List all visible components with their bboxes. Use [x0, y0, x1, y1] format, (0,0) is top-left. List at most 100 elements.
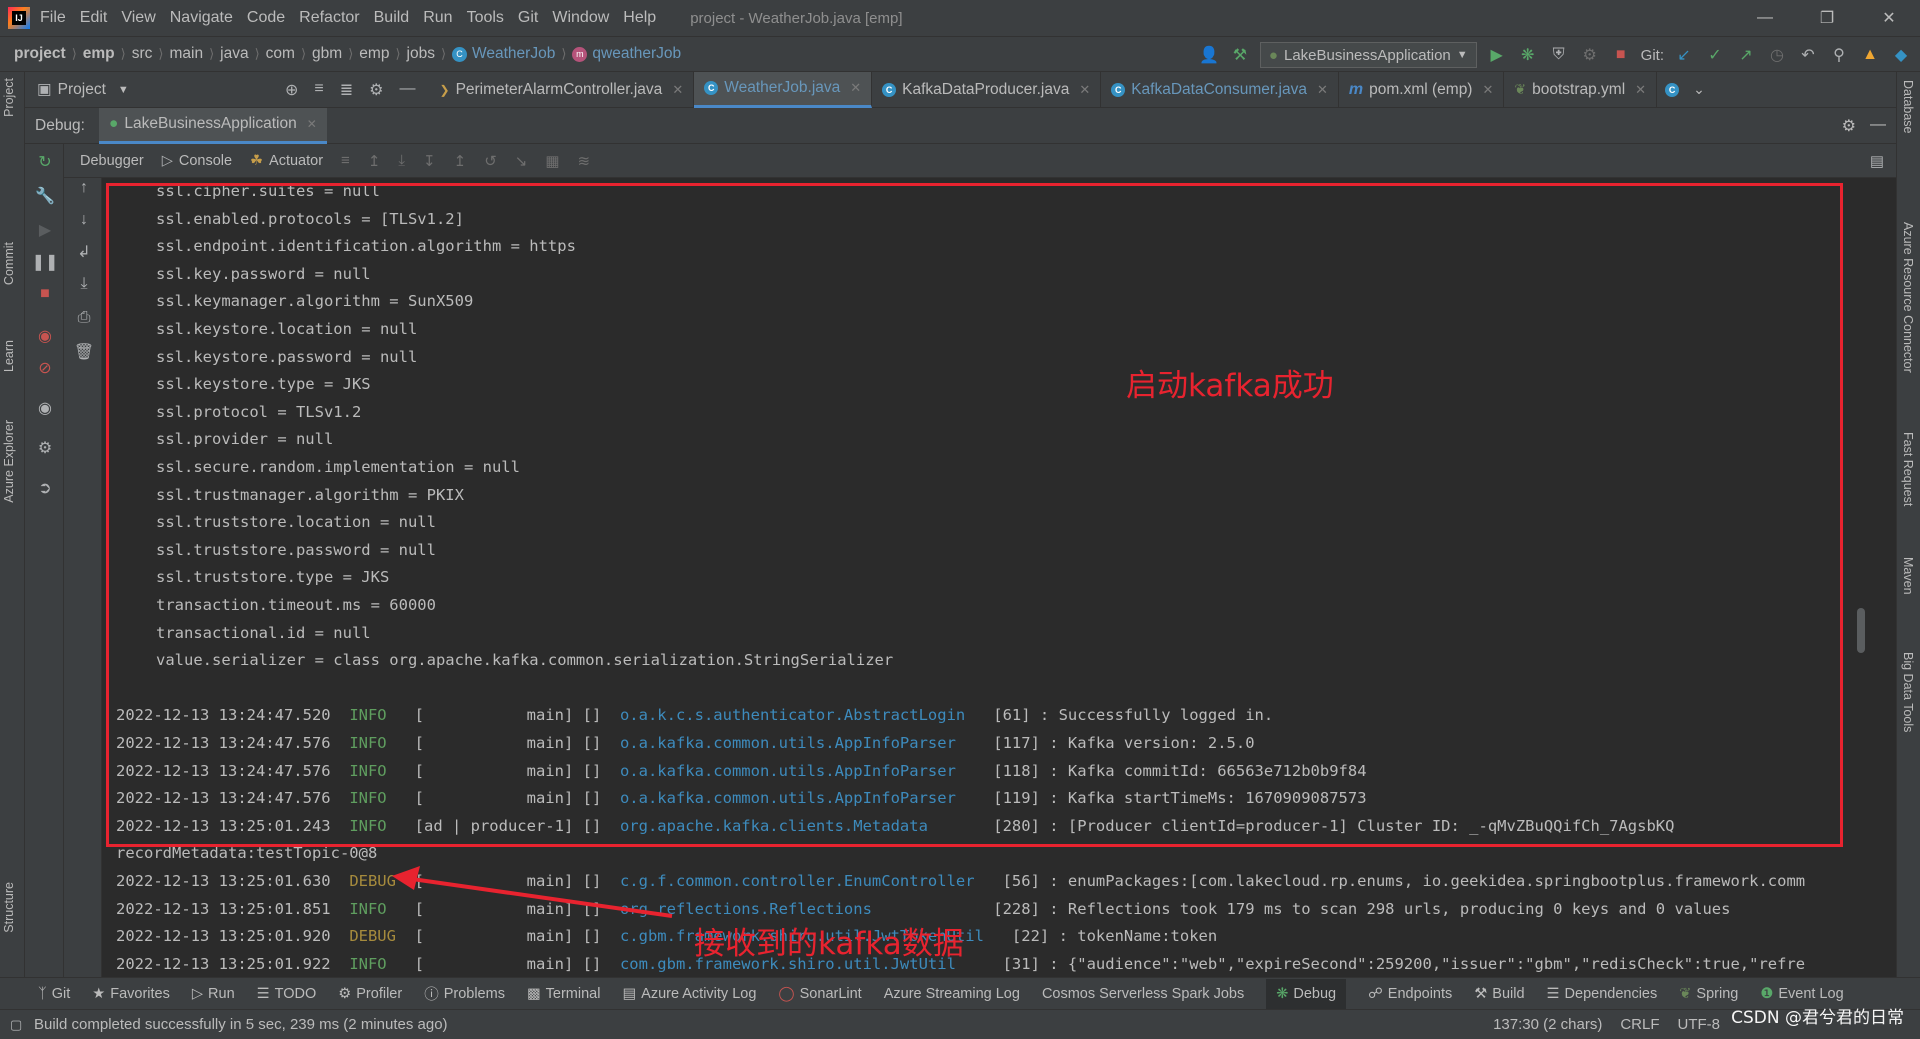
tool-build[interactable]: ⚒ Build	[1474, 986, 1524, 1002]
close-tab-icon[interactable]: ✕	[1482, 82, 1493, 98]
drop-frame-icon[interactable]: ↺	[484, 152, 497, 170]
menu-code[interactable]: Code	[247, 9, 285, 27]
trash-icon[interactable]: 🗑	[74, 342, 94, 362]
breadcrumb-item[interactable]: jobs	[407, 45, 435, 63]
search-icon[interactable]: ⚲	[1828, 44, 1850, 66]
tool-debug[interactable]: ❋ Debug	[1266, 978, 1347, 1009]
build-hammer-icon[interactable]: ⚒	[1229, 44, 1251, 66]
hide-icon[interactable]: —	[1870, 116, 1886, 136]
tool-azure-activity-log[interactable]: ▤ Azure Activity Log	[622, 986, 756, 1002]
gear-icon[interactable]: ⚙	[369, 80, 383, 100]
tool-todo[interactable]: ☰ TODO	[257, 986, 317, 1002]
profile-icon[interactable]: ⚙	[1579, 44, 1601, 66]
toolbox-icon[interactable]: ◆	[1890, 44, 1912, 66]
print-icon[interactable]: ⎙	[74, 308, 94, 328]
project-panel-header[interactable]: ▣ Project ▼	[25, 80, 285, 99]
collapse-all-icon[interactable]: ≣	[340, 80, 353, 100]
breadcrumb-item[interactable]: emp	[83, 45, 115, 63]
tool-tab-database[interactable]: Database	[1901, 80, 1915, 134]
menu-view[interactable]: View	[121, 9, 155, 27]
tool-azure-streaming-log[interactable]: Azure Streaming Log	[884, 986, 1020, 1002]
tool-terminal[interactable]: ▩ Terminal	[527, 986, 601, 1002]
mute-breakpoints-icon[interactable]: ⊘	[35, 358, 55, 378]
stop-icon[interactable]: ■	[1610, 44, 1632, 66]
tool-tab-azure-resource-connector[interactable]: Azure Resource Connector	[1901, 222, 1915, 373]
menu-lines-icon[interactable]: ≡	[341, 152, 350, 169]
step-over-icon[interactable]: ⤓	[398, 152, 405, 169]
show-execution-point-icon[interactable]: ↥	[368, 152, 381, 170]
step-out-icon[interactable]: ↥	[454, 152, 467, 170]
layout-icon[interactable]: ▤	[1870, 152, 1884, 170]
log-logger[interactable]: o.a.k.c.s.authenticator.AbstractLogin	[620, 706, 965, 724]
tool-tab-azure-explorer[interactable]: Azure Explorer	[2, 420, 16, 503]
tool-spring[interactable]: ❦ Spring	[1679, 986, 1738, 1002]
breadcrumb-item[interactable]: emp	[359, 45, 389, 63]
log-logger[interactable]: o.a.kafka.common.utils.AppInfoParser	[620, 762, 965, 780]
menu-navigate[interactable]: Navigate	[170, 9, 233, 27]
log-logger[interactable]: c.g.f.common.controller.EnumController	[620, 872, 975, 890]
wrench-icon[interactable]: 🔧	[35, 186, 55, 206]
log-logger[interactable]: org.reflections.Reflections	[620, 900, 965, 918]
rerun-icon[interactable]: ↻	[35, 152, 55, 172]
tool-problems[interactable]: ⓘ Problems	[424, 983, 505, 1004]
expand-all-icon[interactable]: ≡	[314, 80, 323, 100]
close-tab-icon[interactable]: ✕	[850, 80, 861, 96]
tool-tab-learn[interactable]: Learn	[2, 340, 16, 372]
debug-bug-icon[interactable]: ❋	[1517, 44, 1539, 66]
tab-actuator[interactable]: ☘ Actuator	[250, 153, 323, 169]
update-available-icon[interactable]: ▲	[1859, 44, 1881, 66]
menu-edit[interactable]: Edit	[80, 9, 108, 27]
tool-tab-project[interactable]: Project	[2, 78, 16, 117]
restore-icon[interactable]: ❐	[1796, 0, 1858, 36]
evaluate-expression-icon[interactable]: ▦	[545, 152, 559, 170]
tab-list-chevron-icon[interactable]: ⌄	[1693, 81, 1705, 98]
settings-icon[interactable]: ⚙	[35, 438, 55, 458]
menu-build[interactable]: Build	[374, 9, 410, 27]
breadcrumb-item[interactable]: java	[220, 45, 248, 63]
camera-icon[interactable]: ◉	[35, 398, 55, 418]
tool-sonarlint[interactable]: ◯ SonarLint	[778, 986, 861, 1002]
minimize-icon[interactable]: —	[1734, 0, 1796, 36]
resume-icon[interactable]: ▶	[35, 220, 55, 240]
down-arrow-icon[interactable]: ↓	[74, 210, 94, 230]
close-tab-icon[interactable]: ✕	[1317, 82, 1328, 98]
menu-help[interactable]: Help	[623, 9, 656, 27]
trace-icon[interactable]: ≋	[578, 152, 591, 170]
git-rollback-icon[interactable]: ↶	[1797, 44, 1819, 66]
editor-tab[interactable]: m pom.xml (emp) ✕	[1339, 71, 1505, 108]
pin-icon[interactable]: ➲	[35, 478, 55, 498]
tool-tab-big-data-tools[interactable]: Big Data Tools	[1901, 652, 1915, 732]
tool-cosmos-spark-jobs[interactable]: Cosmos Serverless Spark Jobs	[1042, 986, 1244, 1002]
breadcrumb-item[interactable]: project	[14, 45, 66, 63]
run-to-cursor-icon[interactable]: ↘	[515, 152, 528, 170]
menu-run[interactable]: Run	[423, 9, 452, 27]
tool-tab-maven[interactable]: Maven	[1901, 557, 1915, 595]
breadcrumb-item[interactable]: gbm	[312, 45, 342, 63]
breadcrumb-item[interactable]: src	[132, 45, 153, 63]
tool-dependencies[interactable]: ☰ Dependencies	[1547, 986, 1658, 1002]
git-history-icon[interactable]: ◷	[1766, 44, 1788, 66]
menu-window[interactable]: Window	[552, 9, 609, 27]
scroll-to-end-icon[interactable]: ⤓	[74, 274, 94, 294]
tool-tab-commit[interactable]: Commit	[2, 242, 16, 285]
tab-debugger[interactable]: Debugger	[80, 153, 144, 169]
status-message[interactable]: Build completed successfully in 5 sec, 2…	[34, 1016, 448, 1033]
console-output[interactable]: ssl.cipher.suites = null ssl.enabled.prot…	[102, 178, 1895, 977]
menu-file[interactable]: File	[40, 9, 66, 27]
close-tab-icon[interactable]: ✕	[672, 82, 683, 98]
editor-tab[interactable]: C KafkaDataConsumer.java ✕	[1101, 71, 1339, 108]
tool-event-log[interactable]: ❶ Event Log	[1760, 986, 1843, 1002]
console-scrollbar[interactable]	[1857, 608, 1865, 653]
status-square-icon[interactable]: ▢	[10, 1017, 22, 1033]
caret-position[interactable]: 137:30 (2 chars)	[1493, 1016, 1602, 1033]
tool-run[interactable]: ▷ Run	[192, 986, 235, 1002]
git-push-icon[interactable]: ↗	[1735, 44, 1757, 66]
locate-icon[interactable]: ⊕	[285, 80, 298, 100]
breadcrumb-item[interactable]: com	[266, 45, 295, 63]
breadcrumb-method[interactable]: m qweatherJob	[572, 45, 681, 63]
git-update-icon[interactable]: ↙	[1673, 44, 1695, 66]
pause-icon[interactable]: ❚❚	[32, 252, 59, 272]
soft-wrap-icon[interactable]: ↲	[74, 242, 94, 262]
line-separator[interactable]: CRLF	[1620, 1016, 1659, 1033]
file-encoding[interactable]: UTF-8	[1678, 1016, 1721, 1033]
